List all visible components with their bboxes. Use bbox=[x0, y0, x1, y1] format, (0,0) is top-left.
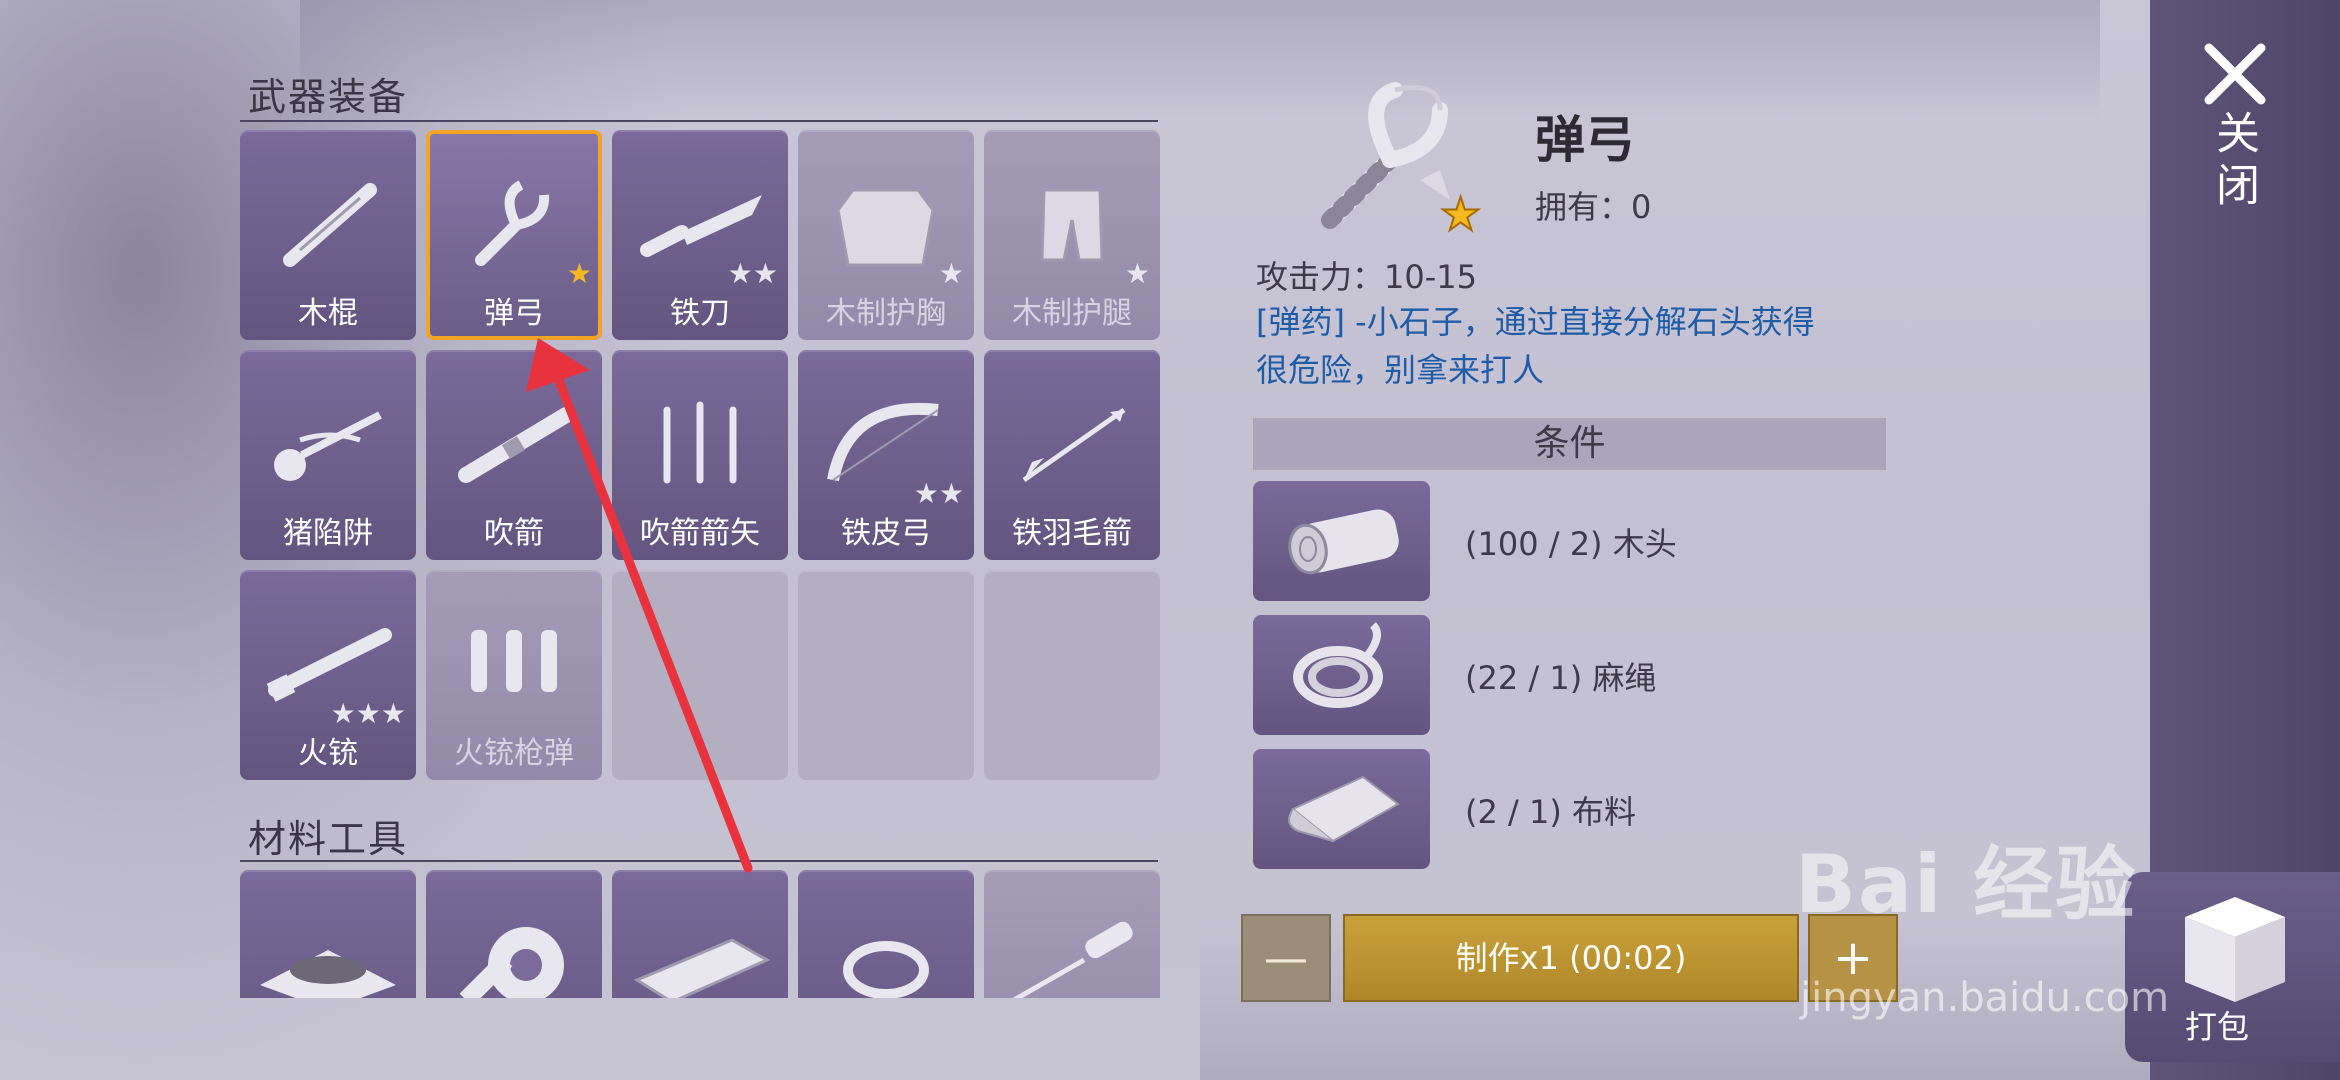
section-divider bbox=[240, 860, 1158, 862]
item-slot[interactable] bbox=[612, 870, 788, 998]
star-icon: ★ bbox=[727, 257, 753, 290]
star-icon: ★ bbox=[380, 697, 406, 730]
item-name: 木制护胸 bbox=[826, 296, 946, 331]
item-slot[interactable]: ★★ 铁皮弓 bbox=[798, 350, 974, 560]
star-icon: ★ bbox=[752, 257, 778, 290]
blowgun-icon bbox=[458, 407, 574, 483]
item-slot[interactable]: 吹箭 bbox=[426, 350, 602, 560]
item-slot[interactable]: ★ 木制护腿 bbox=[984, 130, 1160, 340]
cloth-icon bbox=[1288, 775, 1400, 843]
item-title: 弹弓 bbox=[1535, 111, 1635, 169]
star-icon: ★ bbox=[938, 257, 964, 290]
watermark-url: jingyan.baidu.com bbox=[1800, 975, 2170, 1021]
item-slot[interactable] bbox=[984, 870, 1160, 998]
item-slot[interactable]: 猪陷阱 bbox=[240, 350, 416, 560]
darts-icon bbox=[663, 401, 737, 484]
star-icon: ★ bbox=[330, 697, 356, 730]
item-name: 吹箭箭矢 bbox=[640, 516, 760, 551]
craft-button[interactable]: 制作x1 (00:02) bbox=[1343, 914, 1799, 1002]
close-button[interactable]: 关闭 bbox=[2205, 110, 2265, 214]
empty-slot bbox=[612, 570, 788, 780]
item-name: 铁皮弓 bbox=[841, 516, 931, 551]
weapon-grid: 木棍 ★ 弹弓 ★★ 铁刀 ★ 木制护胸 ★ 木制护腿 猪陷阱 吹箭 吹箭箭矢 ★★ 铁皮弓 铁羽毛箭 ★★★… bbox=[240, 130, 1160, 780]
item-name: 木棍 bbox=[298, 296, 358, 331]
empty-slot bbox=[798, 570, 974, 780]
slingshot-icon: ★ bbox=[1321, 82, 1482, 240]
rarity-stars: ★ bbox=[939, 260, 964, 288]
section-title-weapons: 武器装备 bbox=[248, 75, 409, 119]
star-icon: ★ bbox=[355, 697, 381, 730]
stick-icon bbox=[283, 183, 377, 267]
rarity-stars: ★★ bbox=[728, 260, 778, 288]
item-slot[interactable]: ★★★ 火铳 bbox=[240, 570, 416, 780]
bullets-icon bbox=[471, 630, 557, 692]
screwdriver-icon bbox=[1012, 921, 1133, 998]
item-slot[interactable] bbox=[798, 870, 974, 998]
requirement-row: (100 / 2) 木头 bbox=[1253, 481, 1893, 601]
arrow-icon bbox=[1022, 407, 1126, 483]
item-name: 火铳枪弹 bbox=[454, 736, 574, 771]
item-slot[interactable]: ★ 木制护胸 bbox=[798, 130, 974, 340]
item-slot[interactable]: 木棍 bbox=[240, 130, 416, 340]
requirement-label: (22 / 1) 麻绳 bbox=[1465, 659, 1657, 697]
material-grid bbox=[240, 870, 1180, 998]
item-slot-selected[interactable]: ★ 弹弓 bbox=[426, 130, 602, 340]
item-slot[interactable]: 铁羽毛箭 bbox=[984, 350, 1160, 560]
attack-stat: 攻击力：10-15 bbox=[1256, 258, 1477, 296]
decrease-button[interactable]: — bbox=[1241, 914, 1331, 1002]
star-icon: ★ bbox=[938, 477, 964, 510]
item-name: 猪陷阱 bbox=[283, 516, 373, 551]
item-name: 火铳 bbox=[298, 736, 358, 771]
requirement-label: (100 / 2) 木头 bbox=[1465, 525, 1677, 563]
requirement-thumb bbox=[1253, 481, 1430, 601]
star-icon: ★ bbox=[566, 257, 592, 290]
requirement-thumb bbox=[1253, 749, 1430, 869]
tape-roll-icon bbox=[459, 927, 564, 998]
item-slot[interactable]: 吹箭箭矢 bbox=[612, 350, 788, 560]
item-name: 木制护腿 bbox=[1012, 296, 1132, 331]
section-divider bbox=[240, 120, 1158, 122]
star-icon: ★ bbox=[1124, 257, 1150, 290]
description-line: [弹药] -小石子，通过直接分解石头获得 bbox=[1256, 303, 1815, 341]
gravel-pile-icon bbox=[260, 950, 396, 998]
item-name: 弹弓 bbox=[484, 296, 544, 331]
rarity-stars: ★ bbox=[567, 260, 592, 288]
close-icon[interactable] bbox=[2195, 34, 2275, 114]
materials-grid-viewport bbox=[240, 870, 1180, 998]
item-name: 铁羽毛箭 bbox=[1012, 516, 1132, 551]
rarity-stars: ★★ bbox=[914, 480, 964, 508]
wood-plank-icon bbox=[633, 938, 771, 998]
requirement-thumb bbox=[1253, 615, 1430, 735]
rope-icon bbox=[1293, 622, 1383, 708]
empty-slot bbox=[984, 570, 1160, 780]
rope-icon bbox=[843, 941, 929, 998]
pack-label: 打包 bbox=[2185, 1008, 2250, 1046]
log-icon bbox=[1288, 509, 1399, 575]
watermark-logo: Bai 经验 bbox=[1795, 838, 2138, 931]
item-slot[interactable]: ★★ 铁刀 bbox=[612, 130, 788, 340]
rarity-stars: ★★★ bbox=[331, 700, 406, 728]
item-slot[interactable] bbox=[426, 870, 602, 998]
star-icon: ★ bbox=[913, 477, 939, 510]
requirement-label: (2 / 1) 布料 bbox=[1465, 793, 1636, 831]
item-description: [弹药] -小石子，通过直接分解石头获得 很危险，别拿来打人 bbox=[1256, 298, 1956, 394]
item-name: 吹箭 bbox=[484, 516, 544, 551]
section-title-materials: 材料工具 bbox=[248, 817, 409, 861]
owned-count: 拥有：0 bbox=[1535, 188, 1652, 226]
rarity-stars: ★ bbox=[1125, 260, 1150, 288]
background-top-shade bbox=[300, 0, 2100, 120]
item-slot[interactable] bbox=[240, 870, 416, 998]
conditions-header: 条件 bbox=[1253, 418, 1886, 470]
requirement-row: (22 / 1) 麻绳 bbox=[1253, 615, 1893, 735]
item-slot[interactable]: 火铳枪弹 bbox=[426, 570, 602, 780]
pig-trap-icon bbox=[274, 411, 382, 481]
description-line: 很危险，别拿来打人 bbox=[1256, 351, 1545, 389]
item-name: 铁刀 bbox=[670, 296, 730, 331]
star-icon: ★ bbox=[1440, 187, 1481, 240]
